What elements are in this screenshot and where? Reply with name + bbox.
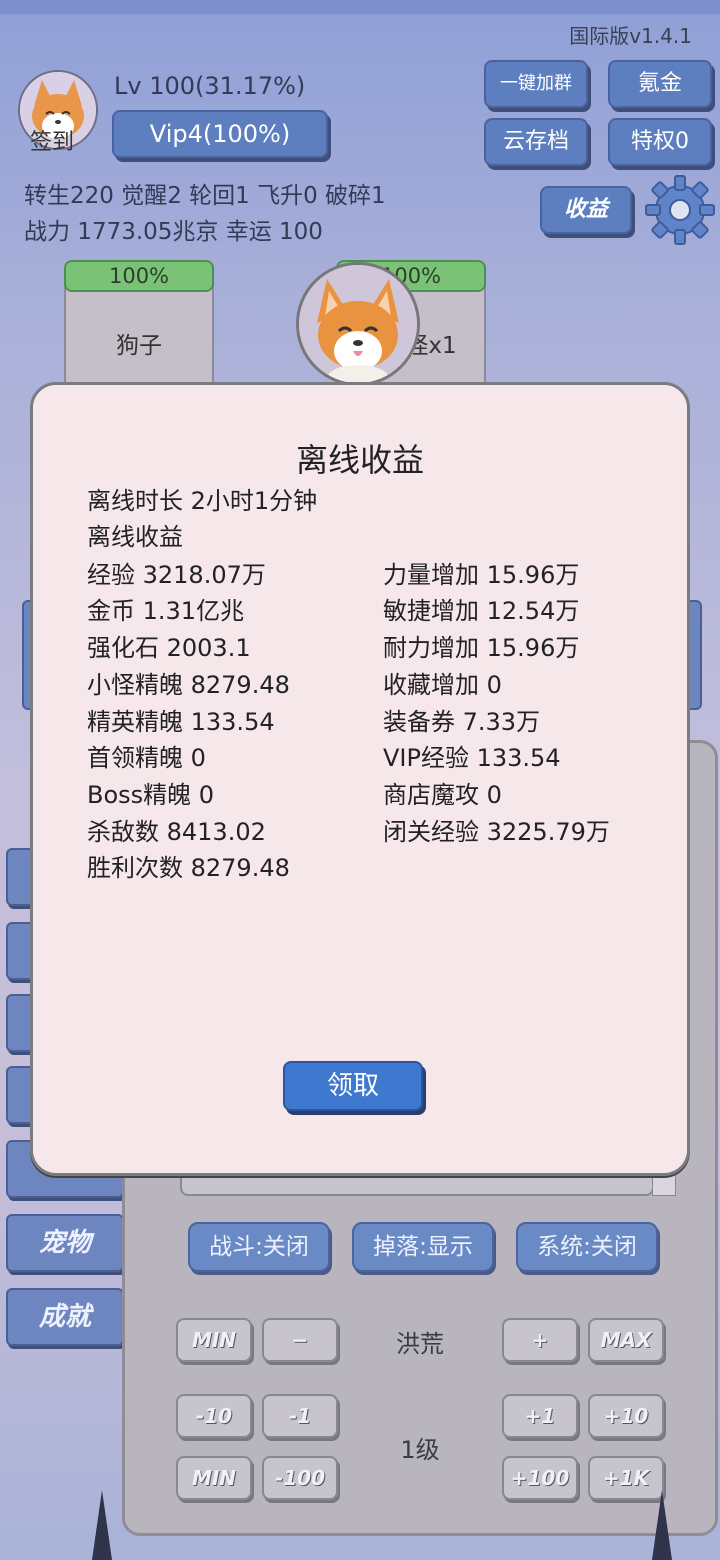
privilege-button[interactable]: 特权0 <box>608 118 712 166</box>
rebirth-stats: 转生220 觉醒2 轮回1 飞升0 破碎1 <box>24 183 386 209</box>
achievement-side-button[interactable]: 成就 <box>6 1288 124 1346</box>
level-text: Lv 100(31.17%) <box>114 72 306 100</box>
cloud-save-button[interactable]: 云存档 <box>484 118 588 166</box>
settings-gear-icon[interactable] <box>642 172 718 248</box>
income-kills: 杀敌数 8413.02 <box>87 818 266 846</box>
level-min-button[interactable]: MIN <box>176 1456 252 1500</box>
pet-side-button[interactable]: 宠物 <box>6 1214 124 1272</box>
income-elite-soul: 精英精魄 133.54 <box>87 708 275 736</box>
top-strip <box>0 0 720 14</box>
offline-duration: 离线时长 2小时1分钟 <box>87 487 318 515</box>
income-seclusion-exp: 闭关经验 3225.79万 <box>383 818 610 846</box>
income-chief-soul: 首领精魄 0 <box>87 744 206 772</box>
income-minion-soul: 小怪精魄 8279.48 <box>87 671 290 699</box>
income-stamina: 耐力增加 15.96万 <box>383 634 580 662</box>
level-label: 1级 <box>400 1436 440 1464</box>
level-plus100-button[interactable]: +100 <box>502 1456 578 1500</box>
battle-toggle[interactable]: 战斗:关闭 <box>188 1222 330 1272</box>
income-agility: 敏捷增加 12.54万 <box>383 597 580 625</box>
income-vip-exp: VIP经验 133.54 <box>383 744 561 772</box>
join-group-button[interactable]: 一键加群 <box>484 60 588 108</box>
offline-income-subtitle: 离线收益 <box>87 523 183 551</box>
offline-income-dialog: 离线收益 离线时长 2小时1分钟 离线收益 经验 3218.07万 金币 1.3… <box>30 382 690 1176</box>
pet-progress-bar: 100% <box>64 260 214 292</box>
realm-minus-button[interactable]: − <box>262 1318 338 1362</box>
income-exp: 经验 3218.07万 <box>87 561 266 589</box>
tree-decoration <box>652 1490 672 1560</box>
power-luck-stats: 战力 1773.05兆京 幸运 100 <box>24 219 323 245</box>
level-minus10-button[interactable]: -10 <box>176 1394 252 1438</box>
realm-label: 洪荒 <box>396 1330 444 1358</box>
income-gold: 金币 1.31亿兆 <box>87 597 245 625</box>
income-strength: 力量增加 15.96万 <box>383 561 580 589</box>
corgi-portrait-icon <box>296 262 420 386</box>
income-wins: 胜利次数 8279.48 <box>87 854 290 882</box>
level-minus100-button[interactable]: -100 <box>262 1456 338 1500</box>
recharge-button[interactable]: 氪金 <box>608 60 712 108</box>
pet-card-name: 狗子 <box>116 333 162 359</box>
level-minus1-button[interactable]: -1 <box>262 1394 338 1438</box>
level-plus1-button[interactable]: +1 <box>502 1394 578 1438</box>
realm-max-button[interactable]: MAX <box>588 1318 664 1362</box>
income-button[interactable]: 收益 <box>540 186 632 234</box>
realm-plus-button[interactable]: + <box>502 1318 578 1362</box>
level-plus10-button[interactable]: +10 <box>588 1394 664 1438</box>
claim-button[interactable]: 领取 <box>283 1061 423 1111</box>
income-boss-soul: Boss精魄 0 <box>87 781 215 809</box>
checkin-label[interactable]: 签到 <box>30 124 74 156</box>
tree-decoration <box>92 1490 112 1560</box>
income-enhance-stone: 强化石 2003.1 <box>87 634 251 662</box>
dialog-title: 离线收益 <box>295 441 424 479</box>
realm-min-button[interactable]: MIN <box>176 1318 252 1362</box>
drop-toggle[interactable]: 掉落:显示 <box>352 1222 494 1272</box>
income-shop-magic-attack: 商店魔攻 0 <box>383 781 502 809</box>
vip-button[interactable]: Vip4(100%) <box>112 110 328 158</box>
version-label: 国际版v1.4.1 <box>569 24 692 48</box>
income-equip-ticket: 装备券 7.33万 <box>383 708 541 736</box>
income-collection: 收藏增加 0 <box>383 671 502 699</box>
pet-card[interactable]: 100% 狗子 <box>64 260 214 386</box>
system-toggle[interactable]: 系统:关闭 <box>516 1222 658 1272</box>
